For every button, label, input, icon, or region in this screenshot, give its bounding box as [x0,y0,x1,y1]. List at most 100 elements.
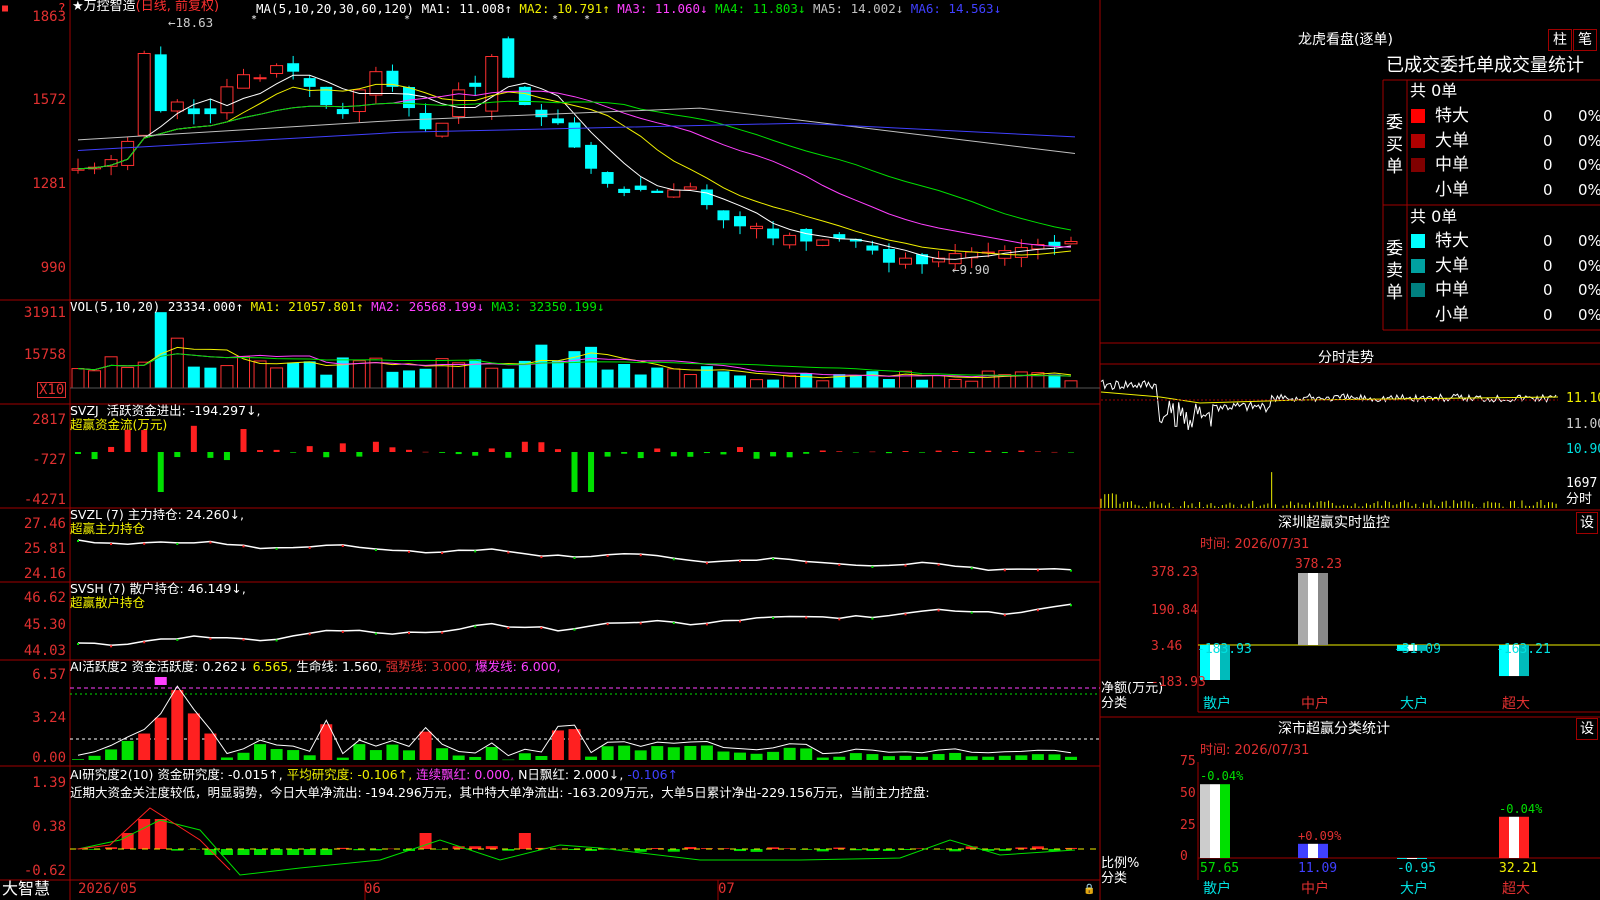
candle-body [700,189,713,206]
flow-bar [919,452,926,453]
order-type: 特大 [1435,106,1469,126]
volume-bar [916,379,929,388]
tick-view-button[interactable]: 笔 [1573,29,1597,51]
candle-body [403,87,415,109]
candle-body [1064,240,1078,245]
activity-bar [1031,754,1044,760]
activity-bar [800,748,813,760]
marker-dot [441,552,444,555]
activity-bar [287,750,300,760]
activity-bar [72,759,84,760]
flow-bar [703,452,710,454]
legend-item: MA(5,10,20,30,60,120) [256,1,422,16]
activity-bar [254,744,267,760]
activity-bar [750,753,763,760]
classify-bar [1397,858,1427,859]
candle-body [882,249,895,263]
marker-dot [937,609,940,612]
order-qty: 0 [1543,131,1553,150]
volume-bar [187,366,200,388]
svzl-title: SVZL (7) 主力持仓: 24.260↓, [70,507,245,522]
research-bar [303,849,316,855]
classify-settings-button[interactable]: 设 [1576,718,1598,740]
kline-chart-canvas[interactable]: * * * * [0,0,1600,900]
order-type: 大单 [1435,130,1469,151]
legend-item: 爆发线: 6.000, [475,659,565,674]
period-label[interactable]: (日线, 前复权) [136,0,219,14]
candle-body [502,38,515,78]
activity-bar [121,740,134,760]
longhu-title: 龙虎看盘(逐单) [1298,32,1393,48]
star-icon[interactable]: ★ [72,0,84,14]
monitor-settings-button[interactable]: 设 [1576,512,1598,534]
flow-bar [637,452,644,459]
flow-bar [75,452,81,454]
research-bar [220,849,233,855]
activity-bar [1015,755,1028,760]
activity-bar [403,750,415,760]
volume-bar [667,368,681,389]
legend-item: AI活跃度2 资金活跃度: 0.262↓ [70,659,253,674]
monitor-category: 中户 [1301,696,1329,712]
flow-bar [852,452,859,453]
marker-dot [606,623,609,626]
legend-item: 生命线: 1.560, [296,659,386,674]
volume-bar [270,367,284,389]
monitor-category: 大户 [1400,696,1428,712]
flow-bar [571,452,578,492]
svsh-tick: 44.03 [23,643,66,659]
volume-bar [535,344,548,388]
classify-ylabel: 比例% [1101,856,1140,871]
candle-body [253,77,267,80]
classify-bar [1200,784,1230,858]
candle-body [270,65,284,74]
monitor-xlabel: 分类 [1101,696,1128,711]
activity-bar [667,747,680,760]
svzj-title: SVZJ 活跃资金进出: -194.297↓, [70,403,261,418]
classify-xlabel: 分类 [1101,871,1128,886]
volume-bar [287,362,300,388]
classify-tick: 25 [1180,818,1196,833]
volume-bar [386,371,399,388]
volume-bar [767,379,780,388]
volume-bar [1048,374,1061,388]
volume-bar [932,375,946,389]
flow-bar [240,429,247,452]
monitor-tick: 378.23 [1151,565,1198,580]
candle-body [204,108,217,115]
price-tick: 1863 [32,9,66,25]
vol-tick: 15758 [23,347,66,363]
marker-dot [970,611,973,614]
flow-bar [290,452,297,453]
flow-bar [770,452,777,457]
flow-bar [521,441,528,452]
svzj-tick: -727 [32,452,66,468]
activity-bar [932,754,945,760]
activity-bar [303,755,316,760]
research-line [77,807,231,871]
research-bar [287,849,300,855]
svsh-tick: 46.62 [23,590,66,606]
volume-bar [121,367,135,389]
classify-title: 深市超赢分类统计 [1278,721,1390,737]
classify-top-label: -0.04% [1499,801,1543,816]
flow-bar [108,446,115,452]
marker-dot [672,558,675,561]
classify-category: 超大 [1502,881,1530,897]
lock-icon[interactable]: 🔒 [1083,883,1095,897]
order-qty: 0 [1543,305,1553,324]
intraday-tick: 11.10 [1566,391,1600,406]
flow-bar [1051,451,1058,453]
marker-dot [110,645,113,648]
column-view-button[interactable]: 柱 [1548,29,1572,51]
order-pct: 0% [1578,305,1600,324]
candle-body [237,74,250,89]
flow-bar [157,452,164,492]
order-pct: 0% [1578,131,1600,150]
flow-bar [1034,451,1041,452]
stock-title: ★万控智造(日线, 前复权) [72,0,219,14]
color-swatch [1411,258,1425,273]
research-tick: 0.38 [32,819,66,835]
marker-dot [772,616,775,619]
classify-tick: 75 [1180,754,1196,769]
